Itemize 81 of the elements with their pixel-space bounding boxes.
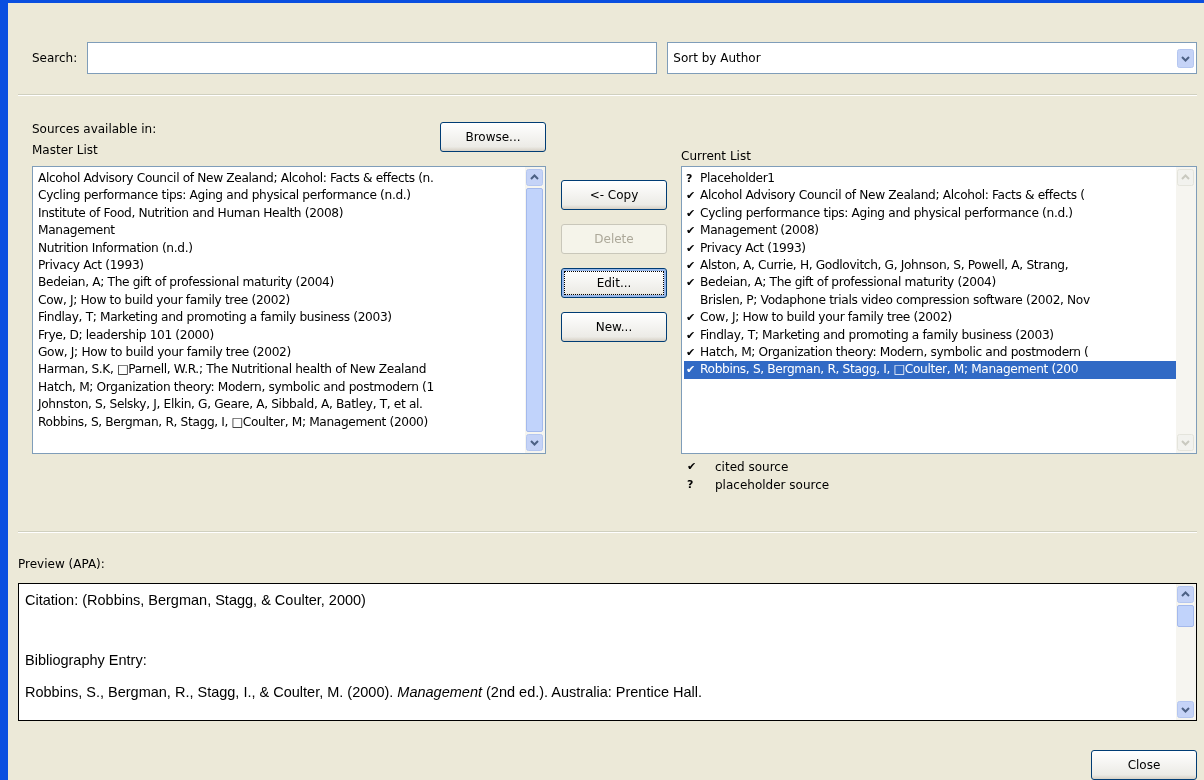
status-mark: ✔ — [686, 206, 695, 220]
scroll-thumb[interactable] — [526, 188, 543, 432]
list-item[interactable]: Johnston, S, Selsky, J, Elkin, G, Geare, A, Sibbald, A, Batley, T, et al. — [38, 396, 525, 414]
list-item[interactable]: Brislen, P; Vodaphone trials video compression software (2002, Nov — [684, 291, 1176, 310]
scroll-thumb[interactable] — [1177, 605, 1194, 627]
item-text: Alston, A, Currie, H, Godlovitch, G, Johnson, S, Powell, A, Strang, — [700, 257, 1069, 275]
scroll-up-icon — [1177, 169, 1194, 186]
list-item[interactable]: ✔ Robbins, S, Bergman, R, Stagg, I, □Coulter, M; Management (200 — [684, 361, 1176, 379]
list-item[interactable]: Gow, J; How to build your family tree (2002) — [38, 344, 525, 362]
list-item[interactable]: ✔ Cow, J; How to build your family tree (2002) — [684, 309, 1176, 327]
action-button[interactable]: New... — [561, 312, 667, 342]
status-mark: ✔ — [686, 311, 695, 325]
status-mark: ✔ — [686, 276, 695, 290]
list-item[interactable]: ✔ Bedeian, A; The gift of professional maturity (2004) — [684, 274, 1176, 292]
list-item[interactable]: ✔ Privacy Act (1993) — [684, 239, 1176, 258]
status-mark: ✔ — [686, 346, 695, 360]
status-mark: ✔ — [686, 224, 695, 238]
current-list-label: Current List — [681, 149, 752, 165]
list-item[interactable]: Findlay, T; Marketing and promoting a family business (2003) — [38, 309, 525, 327]
list-item[interactable]: Management — [38, 222, 525, 240]
scroll-down-icon[interactable] — [526, 434, 543, 451]
status-mark: ✔ — [686, 241, 695, 255]
scrollbar[interactable] — [1176, 584, 1196, 720]
scroll-up-icon[interactable] — [526, 169, 543, 186]
list-item[interactable]: Frye, D; leadership 101 (2000) — [38, 326, 525, 345]
item-text: Management (2008) — [700, 222, 819, 240]
list-item[interactable]: ✔ Findlay, T; Marketing and promoting a family business (2003) — [684, 326, 1176, 345]
item-text: Privacy Act (1993) — [700, 239, 806, 257]
status-mark: ✔ — [686, 363, 695, 377]
list-item[interactable]: Privacy Act (1993) — [38, 257, 525, 275]
close-button[interactable]: Close — [1091, 750, 1197, 780]
status-mark: ? — [686, 172, 693, 185]
item-text: Hatch, M; Organization theory: Modern, symbolic and postmodern ( — [700, 344, 1089, 362]
browse-button[interactable]: Browse... — [440, 122, 546, 152]
item-text: Cycling performance tips: Aging and physical performance (n.d.) — [700, 204, 1073, 222]
scrollbar[interactable] — [525, 167, 545, 453]
legend-label: placeholder source — [715, 478, 830, 492]
item-text: Alcohol Advisory Council of New Zealand; Alcohol: Facts & effects ( — [700, 187, 1085, 205]
list-item[interactable]: ✔ Hatch, M; Organization theory: Modern, symbolic and postmodern ( — [684, 344, 1176, 362]
legend-mark: ? — [687, 478, 695, 492]
list-item[interactable]: Cycling performance tips: Aging and physical performance (n.d.) — [38, 187, 525, 205]
list-item[interactable]: Institute of Food, Nutrition and Human Health (2008) — [38, 204, 525, 223]
master-list[interactable] — [32, 166, 546, 454]
action-button[interactable]: Edit... — [561, 268, 667, 298]
list-item[interactable]: Hatch, M; Organization theory: Modern, symbolic and postmodern (1 — [38, 378, 525, 397]
item-text: Bedeian, A; The gift of professional maturity (2004) — [700, 274, 996, 292]
scroll-up-icon[interactable] — [1177, 586, 1194, 603]
action-button[interactable]: <- Copy — [561, 180, 667, 210]
preview-line: Citation: (Robbins, Bergman, Stagg, & Coulter, 2000) — [25, 591, 367, 610]
sort-dropdown[interactable]: Sort by Author — [667, 42, 1197, 74]
item-text: Cow, J; How to build your family tree (2002) — [700, 309, 952, 327]
item-text: Brislen, P; Vodaphone trials video compression software (2002, Nov — [700, 291, 1090, 309]
item-text: Robbins, S, Bergman, R, Stagg, I, □Coulter, M; Management (200 — [700, 361, 1079, 379]
list-item[interactable]: Harman, S.K, □Parnell, W.R.; The Nutritional health of New Zealand — [38, 361, 525, 379]
item-text: Placeholder1 — [700, 170, 775, 187]
list-item[interactable]: Alcohol Advisory Council of New Zealand; Alcohol: Facts & effects (n. — [38, 170, 525, 188]
list-item[interactable]: ✔ Alston, A, Currie, H, Godlovitch, G, Johnson, S, Powell, A, Strang, — [684, 257, 1176, 275]
preview-line: Bibliography Entry: — [25, 651, 148, 670]
list-item[interactable]: Cow, J; How to build your family tree (2002) — [38, 291, 525, 310]
list-item[interactable]: ? Placeholder1 — [684, 170, 1176, 188]
list-item[interactable]: Bedeian, A; The gift of professional maturity (2004) — [38, 274, 525, 292]
status-mark: ✔ — [686, 189, 695, 203]
scroll-down-icon[interactable] — [1177, 701, 1194, 718]
search-label: Search: — [32, 51, 78, 65]
list-item[interactable]: ✔ Alcohol Advisory Council of New Zealand; Alcohol: Facts & effects ( — [684, 187, 1176, 205]
preview-line: Robbins, S., Bergman, R., Stagg, I., & Coulter, M. (2000). Management (2nd ed.). Australia: Prentice Hall. — [25, 683, 703, 702]
current-list[interactable] — [681, 166, 1197, 454]
legend-label: cited source — [715, 460, 789, 474]
list-item[interactable]: Nutrition Information (n.d.) — [38, 239, 525, 258]
search-field[interactable] — [87, 42, 658, 74]
list-item[interactable]: ✔ Management (2008) — [684, 222, 1176, 240]
list-item[interactable]: Robbins, S, Bergman, R, Stagg, I, □Coulter, M; Management (2000) — [38, 413, 525, 432]
list-item[interactable]: ✔ Cycling performance tips: Aging and physical performance (n.d.) — [684, 204, 1176, 223]
preview-label: Preview (APA): — [18, 557, 106, 571]
master-list-label: Master List — [32, 143, 99, 157]
sources-label: Sources available in: — [32, 122, 157, 136]
scroll-down-icon — [1177, 434, 1194, 451]
item-text: Findlay, T; Marketing and promoting a family business (2003) — [700, 326, 1054, 344]
status-mark: ✔ — [686, 259, 695, 273]
status-mark: ✔ — [686, 328, 695, 342]
legend-mark: ✔ — [687, 460, 698, 474]
